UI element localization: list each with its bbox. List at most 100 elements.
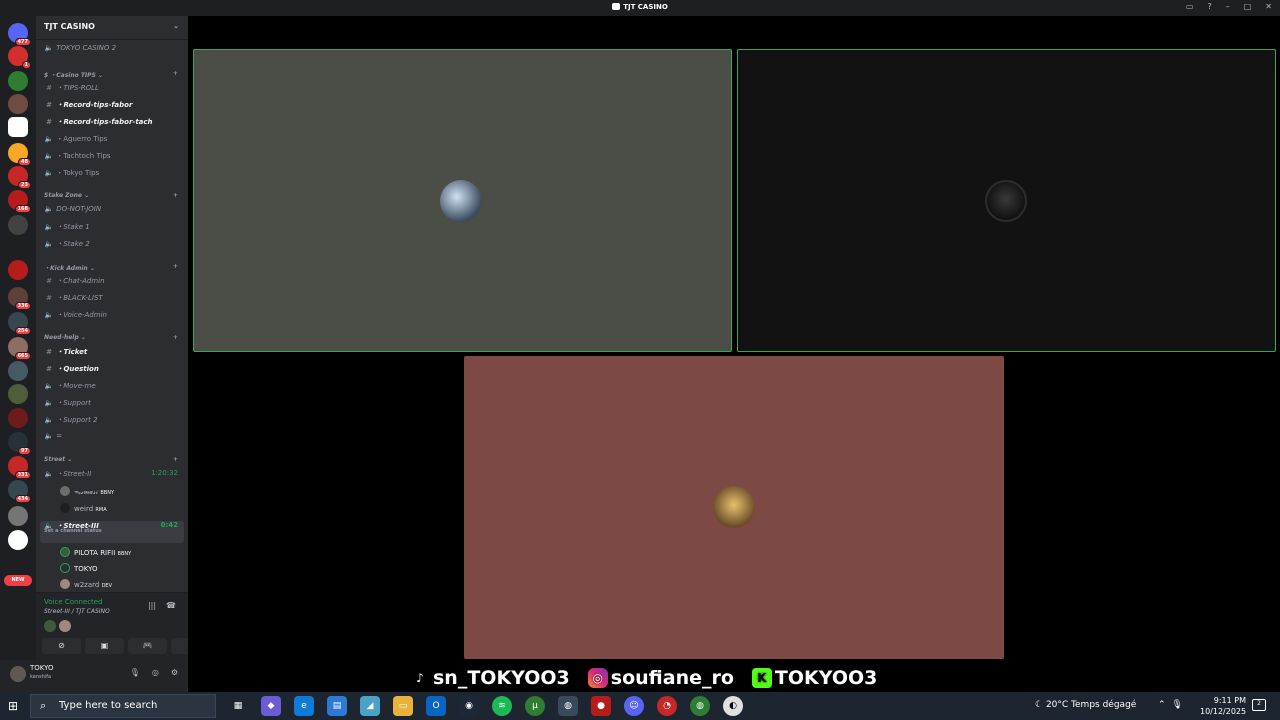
clock[interactable]: 9:11 PM 10/12/2025 <box>1200 695 1246 717</box>
server-icon[interactable] <box>8 361 28 381</box>
voice-location[interactable]: Street-III / TJT CASINO <box>44 608 110 615</box>
copilot-icon[interactable]: ◆ <box>261 696 281 716</box>
channel-tokyo-tips[interactable]: 🔈 ・Tokyo Tips <box>40 168 184 184</box>
voice-user[interactable]: TOKYO <box>56 563 184 579</box>
voice-user[interactable]: PILOTA RIFII BBNY <box>56 547 184 563</box>
chrome-icon[interactable]: ◍ <box>558 696 578 716</box>
add-channel-icon[interactable]: + <box>173 263 178 270</box>
store-icon[interactable]: ▤ <box>327 696 347 716</box>
screen-share-button[interactable]: ▣ <box>85 638 124 654</box>
add-channel-icon[interactable]: + <box>173 70 178 77</box>
camera-off-button[interactable]: ⊘ <box>42 638 81 654</box>
app-icon[interactable]: ● <box>591 696 611 716</box>
server-icon[interactable]: 168 <box>8 190 31 213</box>
server-icon[interactable] <box>8 71 28 91</box>
disconnect-icon[interactable]: ☎ <box>166 601 176 610</box>
channel-question[interactable]: # ・Question <box>40 364 184 380</box>
server-icon[interactable] <box>8 384 28 404</box>
add-channel-icon[interactable]: + <box>173 334 178 341</box>
chrome-icon[interactable]: ◍ <box>690 696 710 716</box>
activity-button[interactable]: 🎮 <box>128 638 167 654</box>
voice-connected-label[interactable]: Voice Connected <box>44 598 103 606</box>
channel-support-2[interactable]: 🔈 ・Support 2 <box>40 415 184 431</box>
help-icon[interactable]: ? <box>1207 2 1211 11</box>
server-icon[interactable] <box>8 506 28 526</box>
participant-tile[interactable] <box>193 49 732 352</box>
channel-tachtoch-tips[interactable]: 🔈 ・Tachtoch Tips <box>40 151 184 167</box>
server-icon[interactable] <box>8 408 28 428</box>
inbox-icon[interactable]: ▭ <box>1186 2 1194 11</box>
minimize-button[interactable]: – <box>1226 2 1230 11</box>
windows-start-icon[interactable]: ⊞ <box>8 699 18 713</box>
server-icon[interactable]: 331 <box>8 456 31 479</box>
app-icon[interactable]: ◔ <box>657 696 677 716</box>
add-channel-icon[interactable]: + <box>173 456 178 463</box>
utorrent-icon[interactable]: µ <box>525 696 545 716</box>
channel-empty[interactable]: 🔈 = <box>40 432 184 448</box>
channel-aguerro-tips[interactable]: 🔈 ・Aguerro Tips <box>40 134 184 150</box>
channel-chat-admin[interactable]: # ・Chat-Admin <box>40 276 184 292</box>
close-button[interactable]: ✕ <box>1265 2 1272 11</box>
server-icon[interactable]: 48 <box>8 143 31 166</box>
channel-do-not-join[interactable]: 🔈 DO-NOT-JOIN <box>40 205 184 221</box>
server-icon[interactable] <box>8 260 28 280</box>
server-icon[interactable]: 477 <box>8 23 31 46</box>
channel-stake-2[interactable]: 🔈 ・Stake 2 <box>40 239 184 255</box>
chevron-down-icon[interactable]: ⌄ <box>173 22 179 30</box>
weather-widget[interactable]: ☾ 20°C Temps dégagé <box>1035 700 1136 710</box>
gear-icon[interactable]: ⚙ <box>171 668 178 677</box>
channel-tips-roll[interactable]: # ・TIPS-ROLL <box>40 83 184 99</box>
chevron-up-icon[interactable]: ⌃ <box>1158 700 1166 710</box>
server-icon[interactable]: 23 <box>8 166 31 189</box>
participant-tile[interactable] <box>737 49 1276 352</box>
channel-support[interactable]: 🔈 ・Support <box>40 398 184 414</box>
task-view-icon[interactable]: ▦ <box>228 696 248 716</box>
channel-record-tips-fabor[interactable]: # ・Record-tips-fabor <box>40 100 184 116</box>
server-icon[interactable] <box>8 530 28 550</box>
channel-move-me[interactable]: 🔈 ・Move-me <box>40 381 184 397</box>
server-icon[interactable] <box>8 554 28 574</box>
microphone-icon[interactable]: 🎙 <box>130 668 140 677</box>
outlook-icon[interactable]: O <box>426 696 446 716</box>
taskbar-search[interactable]: ⌕ Type here to search <box>30 694 216 718</box>
channel-black-list[interactable]: # ・BLACK-LIST <box>40 293 184 309</box>
server-icon[interactable]: 434 <box>8 480 31 503</box>
app-icon[interactable]: ◢ <box>360 696 380 716</box>
file-explorer-icon[interactable]: ▭ <box>393 696 413 716</box>
server-header[interactable]: TJT CASINO ⌄ <box>36 16 188 40</box>
avatar[interactable] <box>44 620 56 632</box>
new-pill[interactable]: NEW <box>4 575 32 586</box>
avatar[interactable] <box>59 620 71 632</box>
participant-tile[interactable] <box>464 356 1004 659</box>
server-icon[interactable] <box>8 117 28 137</box>
spotify-icon[interactable]: ≋ <box>492 696 512 716</box>
microphone-icon[interactable]: 🎙 <box>1172 700 1183 710</box>
maximize-button[interactable]: □ <box>1244 2 1252 11</box>
server-icon[interactable]: 1 <box>8 46 31 69</box>
add-channel-icon[interactable]: + <box>173 192 178 199</box>
channel-tokyo-casino-2[interactable]: 🔈 TOKYO CASINO 2 <box>40 44 184 60</box>
channel-record-tips-fabor-tach[interactable]: # ・Record-tips-fabor-tach <box>40 117 184 133</box>
voice-user[interactable]: weird RMA <box>56 503 184 519</box>
channel-stake-1[interactable]: 🔈 ・Stake 1 <box>40 222 184 238</box>
server-icon[interactable] <box>8 94 28 114</box>
edge-icon[interactable]: e <box>294 696 314 716</box>
notification-icon[interactable]: 2 <box>1252 699 1266 711</box>
server-icon[interactable] <box>8 215 28 235</box>
server-icon[interactable]: 97 <box>8 432 31 455</box>
steam-icon[interactable]: ◉ <box>459 696 479 716</box>
app-icon[interactable]: ◐ <box>723 696 743 716</box>
user-name[interactable]: TOKYO <box>30 664 54 672</box>
discord-icon[interactable]: ☺ <box>624 696 644 716</box>
server-icon[interactable]: 336 <box>8 287 31 310</box>
channel-street-3[interactable]: 🔈 ・Street-III 0:42 Set a channel status <box>40 521 184 543</box>
channel-street-2[interactable]: 🔈 ・Street-II 1:20:32 <box>40 469 184 485</box>
noise-suppression-icon[interactable]: ||| <box>148 601 156 610</box>
server-icon[interactable]: 665 <box>8 337 31 360</box>
server-icon[interactable]: 254 <box>8 312 31 335</box>
headphones-icon[interactable]: ◎ <box>152 668 159 677</box>
avatar[interactable] <box>10 666 26 682</box>
channel-voice-admin[interactable]: 🔈 ・Voice-Admin <box>40 310 184 326</box>
voice-user[interactable]: ᯓ𝓈𝓂𝒶𝓈𝒾 BBNY <box>56 486 184 502</box>
channel-ticket[interactable]: # ・Ticket <box>40 347 184 363</box>
